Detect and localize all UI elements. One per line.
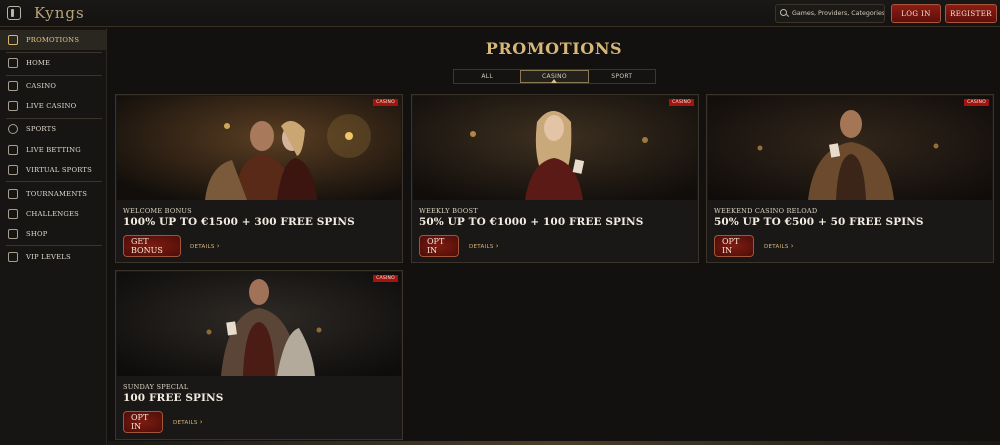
page-title: PROMOTIONS — [485, 39, 623, 58]
sidebar-item-live-betting[interactable]: LIVE BETTING — [0, 140, 106, 160]
sidebar-item-challenges[interactable]: CHALLENGES — [0, 204, 106, 224]
sidebar-item-label: LIVE BETTING — [26, 146, 81, 154]
details-link[interactable]: DETAILS › — [190, 242, 220, 250]
bottom-border — [108, 441, 1000, 445]
sidebar-item-vip-levels[interactable]: VIP LEVELS — [0, 247, 106, 267]
sidebar-item-label: TOURNAMENTS — [26, 190, 88, 198]
sidebar: PROMOTIONS HOME CASINO LIVE CASINO SPORT… — [0, 28, 107, 445]
chevron-right-icon: › — [199, 418, 203, 426]
opt-in-button[interactable]: OPT IN — [714, 235, 754, 257]
live-casino-icon — [8, 101, 18, 111]
details-label: DETAILS — [469, 244, 494, 250]
tab-casino[interactable]: CASINO — [520, 70, 589, 83]
category-badge: CASINO — [964, 99, 989, 106]
trophy-icon — [8, 189, 18, 199]
challenges-icon — [8, 209, 18, 219]
sidebar-item-home[interactable]: HOME — [0, 53, 106, 73]
sidebar-item-virtual-sports[interactable]: VIRTUAL SPORTS — [0, 160, 106, 180]
promo-subtitle: WEEKLY BOOST — [419, 207, 478, 215]
promo-image: CASINO — [117, 96, 401, 200]
sidebar-divider — [6, 181, 102, 182]
promo-card-weekly-boost: CASINO WEEKLY BOOST 50% UP TO €1000 + 10… — [411, 94, 699, 263]
chevron-right-icon: › — [495, 242, 499, 250]
search-box[interactable] — [775, 4, 885, 23]
promo-image: CASINO — [708, 96, 992, 200]
promo-subtitle: WEEKEND CASINO RELOAD — [714, 207, 818, 215]
promotion-tabs: ALL CASINO SPORT — [453, 69, 656, 84]
sports-icon — [8, 124, 18, 134]
sidebar-toggle-icon[interactable] — [7, 6, 21, 20]
details-label: DETAILS — [173, 420, 198, 426]
virtual-sports-icon — [8, 165, 18, 175]
home-icon — [8, 58, 18, 68]
promo-subtitle: SUNDAY SPECIAL — [123, 383, 189, 391]
sidebar-item-label: SHOP — [26, 230, 48, 238]
search-icon — [780, 9, 789, 18]
register-button[interactable]: REGISTER — [945, 4, 997, 23]
sidebar-divider — [6, 245, 102, 246]
promo-title: 50% UP TO €500 + 50 FREE SPINS — [714, 216, 924, 228]
promo-card-welcome-bonus: CASINO WELCOME BONUS 100% UP TO €1500 + … — [115, 94, 403, 263]
tab-all[interactable]: ALL — [454, 70, 520, 83]
sidebar-item-label: VIP LEVELS — [26, 253, 71, 261]
sidebar-item-label: SPORTS — [26, 125, 57, 133]
promo-image: CASINO — [117, 272, 401, 376]
details-link[interactable]: DETAILS › — [173, 418, 203, 426]
sidebar-item-label: CHALLENGES — [26, 210, 80, 218]
search-input[interactable] — [792, 10, 884, 17]
opt-in-button[interactable]: OPT IN — [419, 235, 459, 257]
shop-icon — [8, 229, 18, 239]
details-label: DETAILS — [764, 244, 789, 250]
chevron-right-icon: › — [216, 242, 220, 250]
diamond-icon — [8, 252, 18, 262]
tab-sport[interactable]: SPORT — [589, 70, 655, 83]
sidebar-item-label: PROMOTIONS — [26, 36, 80, 44]
promo-card-sunday-special: CASINO SUNDAY SPECIAL 100 FREE SPINS OPT… — [115, 270, 403, 440]
site-logo[interactable]: Kyngs — [34, 4, 85, 22]
promo-title: 100 FREE SPINS — [123, 392, 224, 404]
promo-subtitle: WELCOME BONUS — [123, 207, 192, 215]
sidebar-item-shop[interactable]: SHOP — [0, 224, 106, 244]
sidebar-item-label: HOME — [26, 59, 51, 67]
top-header: Kyngs LOG IN REGISTER — [0, 0, 1000, 27]
sidebar-item-live-casino[interactable]: LIVE CASINO — [0, 96, 106, 116]
sidebar-item-casino[interactable]: CASINO — [0, 76, 106, 96]
login-button[interactable]: LOG IN — [891, 4, 941, 23]
promo-title: 100% UP TO €1500 + 300 FREE SPINS — [123, 216, 355, 228]
sidebar-item-label: LIVE CASINO — [26, 102, 77, 110]
details-link[interactable]: DETAILS › — [764, 242, 794, 250]
main-content: PROMOTIONS ALL CASINO SPORT CASINO WELCO… — [108, 28, 1000, 445]
details-link[interactable]: DETAILS › — [469, 242, 499, 250]
sidebar-item-promotions[interactable]: PROMOTIONS — [0, 30, 106, 50]
sidebar-item-tournaments[interactable]: TOURNAMENTS — [0, 184, 106, 204]
category-badge: CASINO — [669, 99, 694, 106]
sidebar-item-sports[interactable]: SPORTS — [0, 119, 106, 139]
get-bonus-button[interactable]: GET BONUS — [123, 235, 181, 257]
sidebar-item-label: CASINO — [26, 82, 57, 90]
casino-icon — [8, 81, 18, 91]
category-badge: CASINO — [373, 99, 398, 106]
promo-card-weekend-reload: CASINO WEEKEND CASINO RELOAD 50% UP TO €… — [706, 94, 994, 263]
opt-in-button[interactable]: OPT IN — [123, 411, 163, 433]
live-betting-icon — [8, 145, 18, 155]
chevron-right-icon: › — [790, 242, 794, 250]
sidebar-item-label: VIRTUAL SPORTS — [26, 166, 93, 174]
category-badge: CASINO — [373, 275, 398, 282]
promo-title: 50% UP TO €1000 + 100 FREE SPINS — [419, 216, 644, 228]
details-label: DETAILS — [190, 244, 215, 250]
gift-icon — [8, 35, 18, 45]
promo-image: CASINO — [413, 96, 697, 200]
